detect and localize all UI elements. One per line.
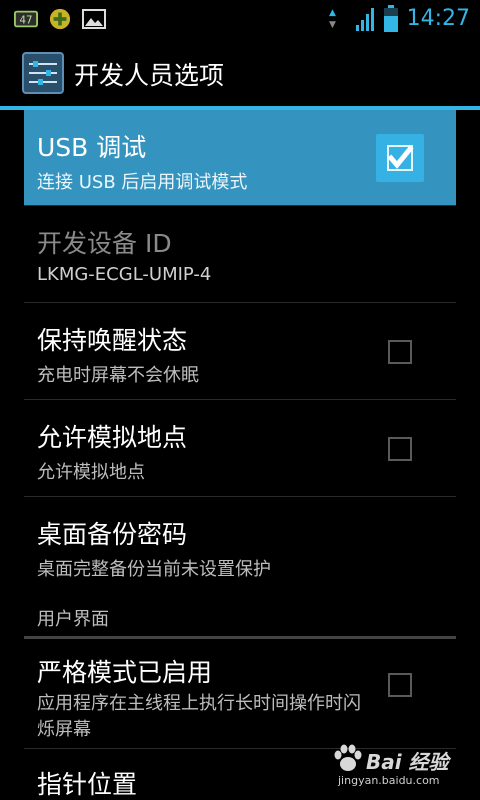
list-item-backup-password[interactable]: 桌面备份密码 桌面完整备份当前未设置保护 <box>24 497 456 593</box>
status-bar: 47 ▲ ▼ 14:27 <box>0 0 480 38</box>
settings-sliders-icon[interactable] <box>22 52 64 94</box>
svg-text:▲: ▲ <box>329 8 336 18</box>
list-item-subtitle: 连接 USB 后启用调试模式 <box>37 172 248 193</box>
section-label: 用户界面 <box>37 609 109 630</box>
list-item-title: USB 调试 <box>37 133 147 162</box>
mock-locations-checkbox[interactable] <box>388 437 412 461</box>
watermark-url: jingyan.baidu.com <box>338 774 440 787</box>
list-item-strict-mode[interactable]: 严格模式已启用 应用程序在主线程上执行长时间操作时闪烁屏幕 <box>24 639 456 749</box>
system-icons: ▲ ▼ 14:27 <box>327 4 470 34</box>
signal-icon <box>355 8 374 31</box>
list-item-device-id: 开发设备 ID LKMG-ECGL-UMIP-4 <box>24 206 456 303</box>
watermark-brand: Bai 经验 <box>366 750 449 774</box>
list-item-subtitle: 应用程序在主线程上执行长时间操作时闪烁屏幕 <box>37 693 361 740</box>
list-item-title: 允许模拟地点 <box>37 423 188 452</box>
list-item-title: 保持唤醒状态 <box>37 326 188 355</box>
notification-icons: 47 <box>14 8 106 30</box>
usb-debugging-checkbox[interactable] <box>376 134 424 182</box>
data-arrows-icon: ▲ ▼ <box>329 8 336 30</box>
battery-badge-text: 47 <box>20 16 33 27</box>
list-item-subtitle: 充电时屏幕不会休眠 <box>37 365 199 386</box>
list-item-subtitle: 桌面完整备份当前未设置保护 <box>37 559 271 580</box>
list-item-stay-awake[interactable]: 保持唤醒状态 充电时屏幕不会休眠 <box>24 303 456 400</box>
list-item-title: 桌面备份密码 <box>37 520 188 549</box>
strict-mode-checkbox[interactable] <box>388 673 412 697</box>
clock: 14:27 <box>406 6 470 31</box>
list-item-mock-locations[interactable]: 允许模拟地点 允许模拟地点 <box>24 400 456 497</box>
list-item-subtitle: 允许模拟地点 <box>37 462 145 483</box>
image-icon <box>82 9 106 29</box>
section-header-user-interface: 用户界面 <box>24 593 456 639</box>
game-plus-icon <box>49 8 71 30</box>
checkmark-icon <box>387 145 414 171</box>
preference-list: USB 调试 连接 USB 后启用调试模式 开发设备 ID LKMG-ECGL-… <box>24 110 456 800</box>
list-item-title: 开发设备 ID <box>37 229 172 258</box>
page-title: 开发人员选项 <box>74 61 225 90</box>
baidu-watermark: Bai 经验 jingyan.baidu.com <box>332 744 452 794</box>
list-item-usb-debugging[interactable]: USB 调试 连接 USB 后启用调试模式 <box>24 110 456 206</box>
svg-text:▼: ▼ <box>329 20 336 30</box>
battery-icon <box>383 5 398 32</box>
list-item-subtitle: LKMG-ECGL-UMIP-4 <box>37 264 212 285</box>
battery-notification-icon: 47 <box>14 10 38 28</box>
action-bar: 开发人员选项 <box>0 38 480 106</box>
list-item-title: 指针位置 <box>37 770 138 799</box>
stay-awake-checkbox[interactable] <box>388 340 412 364</box>
list-item-title: 严格模式已启用 <box>37 658 213 687</box>
paw-logo-icon <box>334 744 362 771</box>
